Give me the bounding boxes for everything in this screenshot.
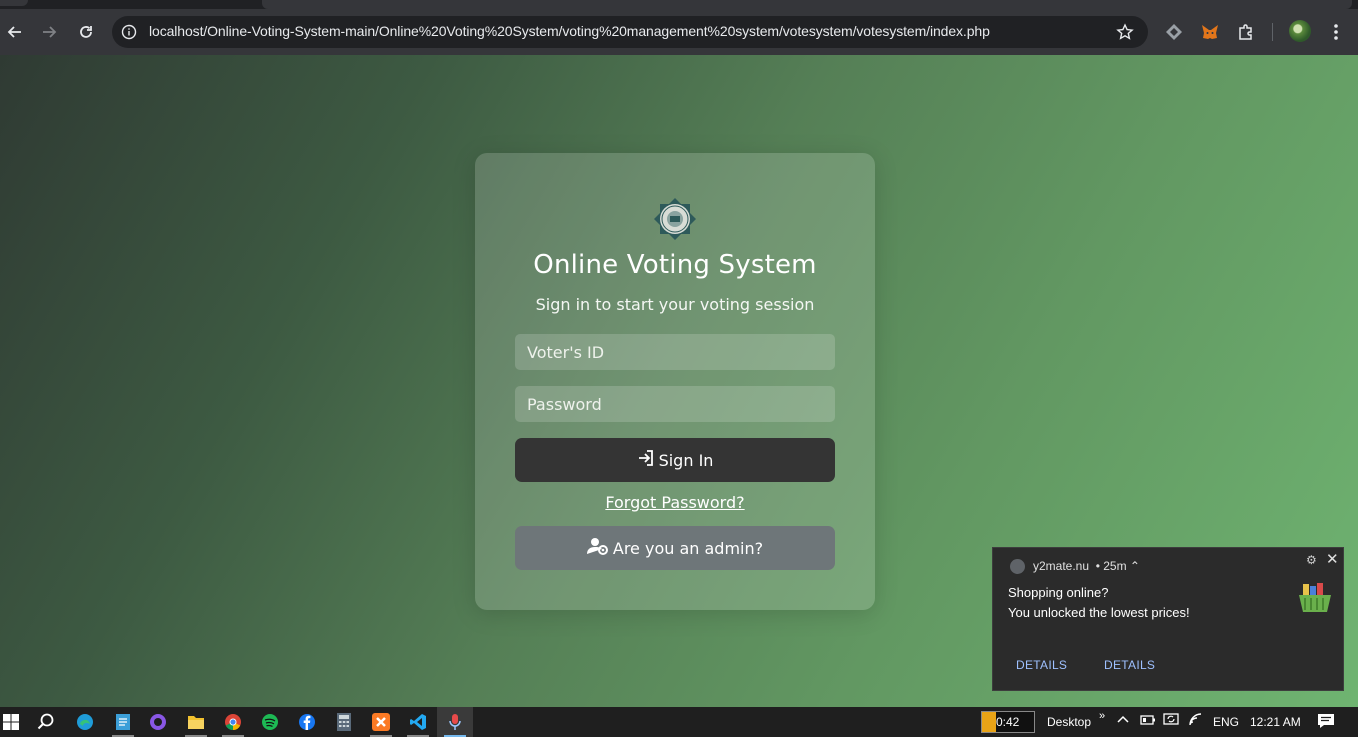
details-action-1[interactable]: DETAILS <box>1016 658 1067 672</box>
school-seal-logo <box>654 198 696 240</box>
address-bar[interactable]: localhost/Online-Voting-System-main/Onli… <box>112 16 1148 48</box>
timer-progress-bar <box>982 712 996 732</box>
bookmark-star-icon[interactable] <box>1116 23 1134 45</box>
clock-time[interactable]: 12:21 AM <box>1250 715 1301 729</box>
page-subtitle: Sign in to start your voting session <box>535 295 815 314</box>
start-icon[interactable] <box>0 710 26 734</box>
profile-avatar[interactable] <box>1289 20 1311 42</box>
search-icon[interactable] <box>31 710 61 734</box>
github-desktop-icon[interactable] <box>143 710 173 734</box>
details-action-2[interactable]: DETAILS <box>1104 658 1155 672</box>
login-card: Online Voting System Sign in to start yo… <box>475 153 875 610</box>
edge-icon[interactable] <box>70 710 100 734</box>
active-tab-edge <box>262 0 1352 9</box>
wifi-icon[interactable] <box>1188 712 1204 731</box>
windows-taskbar: 0:42 Desktop » ENG 12:21 AM <box>0 707 1358 737</box>
battery-icon[interactable] <box>1140 713 1156 730</box>
notification-settings-icon[interactable]: ⚙ <box>1306 553 1317 567</box>
sign-in-label: Sign In <box>658 450 714 470</box>
sign-in-icon <box>637 449 655 471</box>
spotify-icon[interactable] <box>255 710 285 734</box>
tray-overflow-icon[interactable] <box>1116 712 1130 729</box>
calculator-icon[interactable] <box>329 710 359 734</box>
notification-toast[interactable]: y2mate.nu • 25m ⌃ ⚙ ✕ Shopping online? Y… <box>992 547 1344 691</box>
facebook-icon[interactable] <box>292 710 322 734</box>
sign-in-button[interactable]: Sign In <box>515 438 835 482</box>
browser-toolbar: localhost/Online-Voting-System-main/Onli… <box>0 9 1358 55</box>
xampp-icon[interactable] <box>366 710 396 737</box>
forward-icon[interactable] <box>36 19 62 45</box>
back-icon[interactable] <box>2 19 28 45</box>
user-gear-icon <box>586 537 609 559</box>
extensions-puzzle-icon[interactable] <box>1233 19 1259 45</box>
desktop-toolbar-label[interactable]: Desktop <box>1047 715 1091 729</box>
metamask-fox-icon[interactable] <box>1197 19 1223 45</box>
timer-widget[interactable]: 0:42 <box>981 711 1035 733</box>
tab-edge <box>0 0 28 6</box>
forgot-password-row: Forgot Password? <box>475 493 875 512</box>
extension-diamond-icon[interactable] <box>1161 19 1187 45</box>
voice-recorder-icon[interactable] <box>440 710 470 737</box>
vscode-icon[interactable] <box>403 710 433 737</box>
notification-title: Shopping online? <box>1008 585 1109 600</box>
admin-label: Are you an admin? <box>612 538 764 558</box>
notification-close-icon[interactable]: ✕ <box>1326 550 1339 568</box>
reload-icon[interactable] <box>73 19 99 45</box>
language-indicator[interactable]: ENG <box>1213 715 1239 729</box>
toolbar-expand-icon[interactable]: » <box>1099 710 1105 722</box>
timer-text: 0:42 <box>996 715 1020 729</box>
toolbar-divider <box>1272 23 1273 41</box>
admin-login-button[interactable]: Are you an admin? <box>515 526 835 570</box>
chrome-source-icon <box>1010 559 1025 574</box>
shopping-basket-icon <box>1299 583 1331 612</box>
menu-kebab-icon[interactable] <box>1323 19 1349 45</box>
file-explorer-icon[interactable] <box>181 710 211 737</box>
display-sync-icon[interactable] <box>1163 712 1179 731</box>
password-input[interactable] <box>515 386 835 422</box>
url-text[interactable]: localhost/Online-Voting-System-main/Onli… <box>149 23 990 39</box>
tab-strip <box>0 0 1358 9</box>
chrome-icon[interactable] <box>218 710 248 737</box>
site-info-icon[interactable] <box>121 24 137 44</box>
page-title: Online Voting System <box>533 250 817 280</box>
notification-body: You unlocked the lowest prices! <box>1008 605 1190 620</box>
notification-source: y2mate.nu • 25m ⌃ <box>1033 559 1140 573</box>
voter-id-input[interactable] <box>515 334 835 370</box>
action-center-icon[interactable] <box>1317 713 1335 732</box>
notepad-icon[interactable] <box>108 710 138 737</box>
forgot-password-link[interactable]: Forgot Password? <box>605 493 744 512</box>
